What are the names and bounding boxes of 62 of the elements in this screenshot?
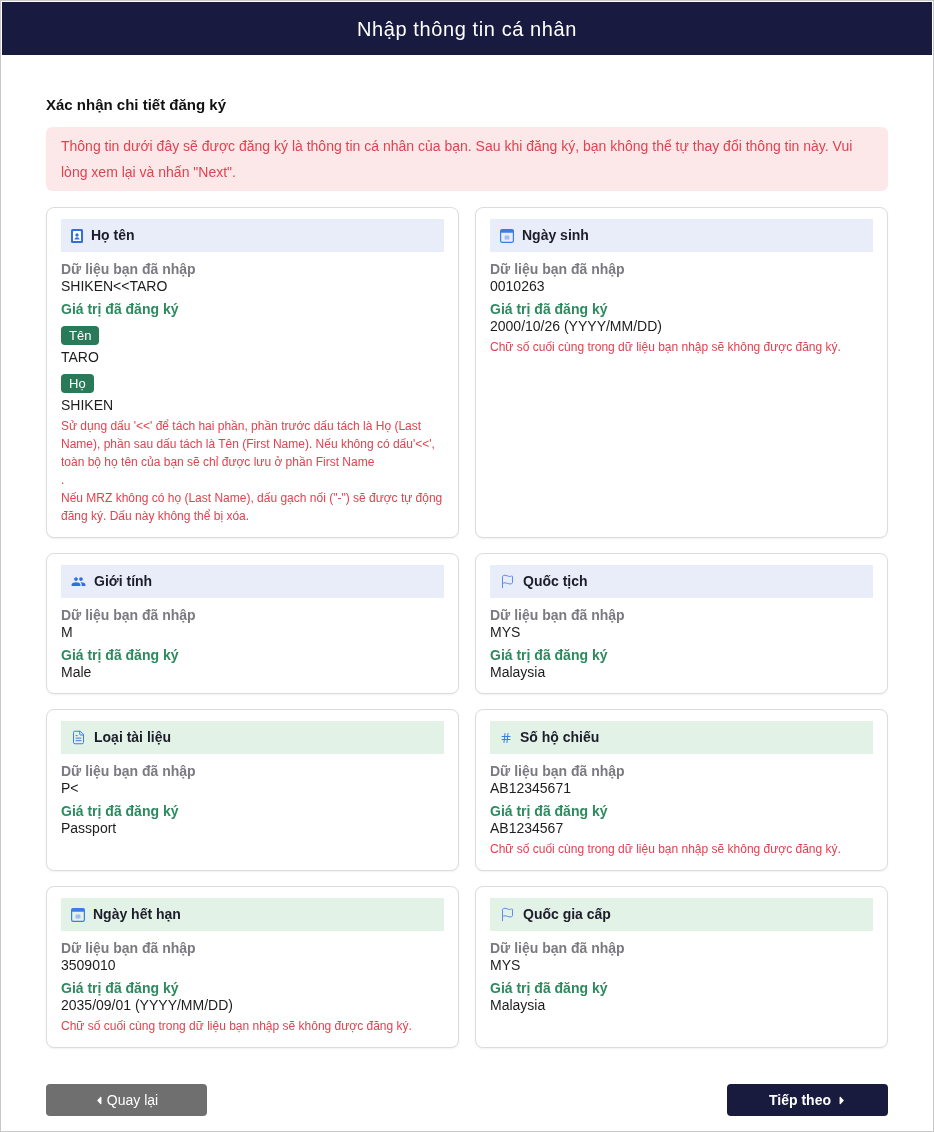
- registered-label: Giá trị đã đăng ký: [61, 647, 179, 664]
- name-part-badge: Tên: [61, 326, 100, 345]
- hint-text: Chữ số cuối cùng trong dữ liệu bạn nhập sẽ không được đăng ký.: [490, 339, 841, 356]
- warning-notice: Thông tin dưới đây sẽ được đăng ký là thông tin cá nhân của bạn. Sau khi đăng ký, bạn không thể tự thay đổi thông tin này. Vui lòng xem lại và nhấn "Next".: [46, 127, 888, 191]
- flag-icon: [500, 907, 515, 922]
- name-part-value: SHIKEN: [61, 397, 114, 414]
- hash-icon: [500, 731, 512, 744]
- registered-value: 2035/09/01 (YYYY/MM/DD): [61, 997, 233, 1014]
- hint-text: Nếu MRZ không có họ (Last Name), dấu gạch nối ("-") sẽ được tự động đăng ký. Dấu này không thể bị xóa.: [61, 490, 444, 525]
- entered-label: Dữ liệu bạn đã nhập: [61, 607, 196, 624]
- hint-text: Sử dụng dấu '<<' để tách hai phần, phần trước dấu tách là Họ (Last Name), phần sau dấu tách là Tên (First Name). Nếu không có dấu'<<', toàn bộ họ tên của bạn sẽ chỉ được lưu ở phần First Name: [61, 418, 436, 471]
- name-part-badge: Họ: [61, 374, 94, 393]
- name-part-value: TARO: [61, 349, 99, 366]
- card-title: Ngày sinh: [522, 226, 589, 245]
- card-title: Loại tài liệu: [94, 728, 171, 747]
- entered-value: P<: [61, 780, 79, 797]
- card-title: Họ tên: [91, 226, 135, 245]
- registered-label: Giá trị đã đăng ký: [61, 980, 179, 997]
- registered-value: Passport: [61, 820, 117, 837]
- card-title: Quốc tịch: [523, 572, 588, 591]
- entered-value: MYS: [490, 624, 521, 641]
- document-icon: [71, 730, 86, 745]
- entered-label: Dữ liệu bạn đã nhập: [490, 607, 625, 624]
- registered-value: 2000/10/26 (YYYY/MM/DD): [490, 318, 662, 335]
- card-title: Ngày hết hạn: [93, 905, 181, 924]
- card-title: Quốc gia cấp: [523, 905, 611, 924]
- entered-value: SHIKEN<<TARO: [61, 278, 168, 295]
- registered-label: Giá trị đã đăng ký: [61, 301, 179, 318]
- registered-value: Malaysia: [490, 997, 546, 1014]
- entered-label: Dữ liệu bạn đã nhập: [61, 940, 196, 957]
- registered-value: AB1234567: [490, 820, 564, 837]
- registered-label: Giá trị đã đăng ký: [490, 647, 608, 664]
- next-button[interactable]: Tiếp theo: [727, 1084, 888, 1116]
- entered-label: Dữ liệu bạn đã nhập: [490, 940, 625, 957]
- people-icon: [71, 574, 86, 589]
- card-title: Số hộ chiếu: [520, 728, 600, 747]
- entered-label: Dữ liệu bạn đã nhập: [61, 261, 196, 278]
- entered-value: 3509010: [61, 957, 116, 974]
- entered-label: Dữ liệu bạn đã nhập: [490, 261, 625, 278]
- entered-value: AB12345671: [490, 780, 571, 797]
- registered-value: Malaysia: [490, 664, 546, 681]
- entered-value: MYS: [490, 957, 521, 974]
- registered-label: Giá trị đã đăng ký: [490, 301, 608, 318]
- page-title: Nhập thông tin cá nhân: [357, 16, 577, 42]
- back-button[interactable]: Quay lại: [46, 1084, 207, 1116]
- hint-text: Chữ số cuối cùng trong dữ liệu bạn nhập sẽ không được đăng ký.: [61, 1018, 412, 1035]
- calendar-icon: [500, 228, 514, 243]
- section-heading: Xác nhận chi tiết đăng ký: [46, 95, 228, 115]
- entered-label: Dữ liệu bạn đã nhập: [61, 763, 196, 780]
- registered-value: Male: [61, 664, 92, 681]
- registered-label: Giá trị đã đăng ký: [61, 803, 179, 820]
- entered-value: 0010263: [490, 278, 545, 295]
- entered-value: M: [61, 624, 73, 641]
- card-title: Giới tính: [94, 572, 153, 591]
- registered-label: Giá trị đã đăng ký: [490, 803, 608, 820]
- flag-icon: [500, 574, 515, 589]
- hint-text: Chữ số cuối cùng trong dữ liệu bạn nhập sẽ không được đăng ký.: [490, 841, 841, 858]
- id-card-icon: [71, 228, 83, 243]
- entered-label: Dữ liệu bạn đã nhập: [490, 763, 625, 780]
- hint-text: .: [61, 472, 65, 489]
- calendar-icon: [71, 907, 85, 922]
- registered-label: Giá trị đã đăng ký: [490, 980, 608, 997]
